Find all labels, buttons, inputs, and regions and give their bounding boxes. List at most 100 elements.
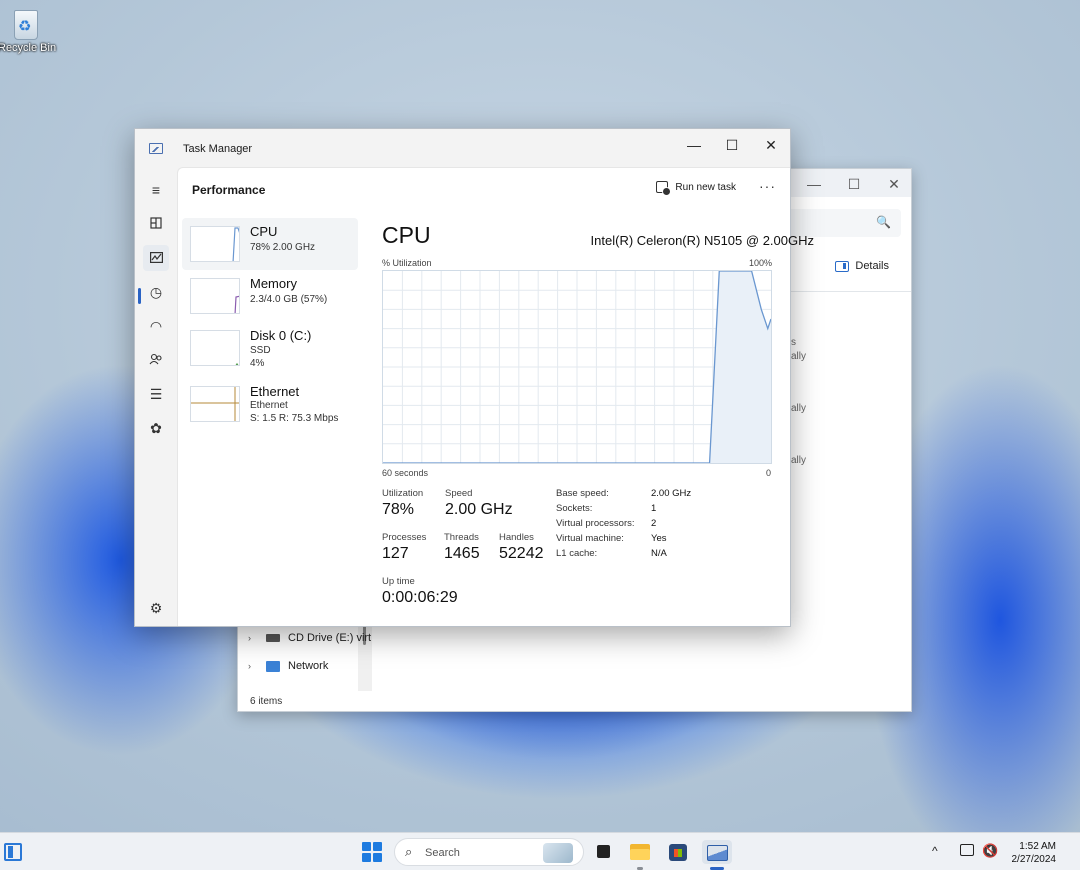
y-axis-label: % Utilization xyxy=(382,258,432,268)
volume-muted-icon[interactable]: 🔇 xyxy=(982,843,998,859)
resource-usage: 4% xyxy=(250,358,265,369)
cpu-graph-svg xyxy=(383,270,772,464)
file-explorer-icon[interactable] xyxy=(628,840,652,864)
startup-apps-icon[interactable]: ◠ xyxy=(143,313,169,339)
property-key: Sockets: xyxy=(556,503,593,514)
widgets-icon[interactable] xyxy=(4,843,22,861)
cpu-detail-panel: CPU Intel(R) Celeron(R) N5105 @ 2.00GHz … xyxy=(382,218,814,628)
cd-drive-icon xyxy=(266,634,280,642)
page-header: Performance Run new task ··· xyxy=(178,168,790,212)
recycle-bin-label: Recycle Bin xyxy=(0,42,57,54)
taskbar-search-box[interactable]: ⌕ Search xyxy=(394,838,584,866)
property-value: N/A xyxy=(651,548,667,559)
chevron-right-icon[interactable]: › xyxy=(248,661,258,671)
chevron-right-icon[interactable]: › xyxy=(248,633,258,643)
details-pane-button[interactable]: Details xyxy=(835,260,889,272)
property-key: L1 cache: xyxy=(556,548,598,559)
utilization-label: Utilization xyxy=(382,488,424,499)
details-list-icon[interactable]: ☰ xyxy=(143,381,169,407)
processes-label: Processes xyxy=(382,532,427,543)
recycle-bin-icon: ♻ xyxy=(8,4,44,42)
nav-item-label: CD Drive (E:) virt xyxy=(288,632,372,644)
resource-type: SSD xyxy=(250,345,271,356)
explorer-minimize-button[interactable]: — xyxy=(794,173,834,195)
resource-item-ethernet[interactable]: Ethernet Ethernet S: 1.5 R: 75.3 Mbps xyxy=(182,378,358,430)
uptime-value: 0:00:06:29 xyxy=(382,589,458,606)
uptime-label: Up time xyxy=(382,576,415,587)
property-key: Virtual machine: xyxy=(556,533,624,544)
network-status-icon[interactable] xyxy=(960,844,974,856)
resource-name: Disk 0 (C:) xyxy=(250,328,312,343)
maximize-button[interactable]: ☐ xyxy=(714,133,750,157)
search-icon: 🔍 xyxy=(876,215,891,229)
utilization-value: 78% xyxy=(382,501,415,518)
network-icon xyxy=(266,660,280,672)
nav-item-network[interactable]: › Network xyxy=(248,660,328,672)
resource-usage: 2.3/4.0 GB (57%) xyxy=(250,294,328,305)
run-new-task-button[interactable]: Run new task xyxy=(656,181,736,196)
search-highlight-image xyxy=(543,843,573,863)
more-options-button[interactable]: ··· xyxy=(759,178,776,194)
show-hidden-icons-chevron-icon[interactable]: ^ xyxy=(932,844,938,858)
nav-item-cd-drive[interactable]: › CD Drive (E:) virt xyxy=(248,632,371,644)
threads-label: Threads xyxy=(444,532,479,543)
explorer-maximize-button[interactable]: ☐ xyxy=(834,173,874,195)
threads-value: 1465 xyxy=(444,545,480,562)
settings-gear-icon[interactable]: ⚙ xyxy=(143,595,169,621)
task-manager-window[interactable]: Task Manager — ☐ ✕ ≡ ◷ ◠ ☰ ✿ ⚙ Performan… xyxy=(134,128,814,627)
app-history-icon[interactable]: ◷ xyxy=(143,279,169,305)
property-key: Virtual processors: xyxy=(556,518,635,529)
disk-mini-graph xyxy=(190,330,240,366)
nav-item-label: Network xyxy=(288,660,329,672)
property-value: 2.00 GHz xyxy=(651,488,692,499)
task-view-icon[interactable] xyxy=(594,840,618,864)
close-button[interactable]: ✕ xyxy=(753,133,789,157)
resource-throughput: S: 1.5 R: 75.3 Mbps xyxy=(250,413,339,424)
nav-pane-scrollbar[interactable] xyxy=(358,619,372,691)
x-axis-left-label: 60 seconds xyxy=(382,468,429,478)
y-axis-max-label: 100% xyxy=(748,258,772,268)
property-value: Yes xyxy=(651,533,667,544)
users-icon[interactable] xyxy=(143,347,169,373)
minimize-button[interactable]: — xyxy=(676,133,712,157)
cpu-model-name: Intel(R) Celeron(R) N5105 @ 2.00GHz xyxy=(590,233,814,248)
utilization-area-fill xyxy=(709,271,771,463)
page-title: Performance xyxy=(192,183,266,197)
window-title: Task Manager xyxy=(183,143,253,155)
run-new-task-label: Run new task xyxy=(675,181,736,193)
details-pane-icon xyxy=(835,260,850,272)
task-manager-taskbar-icon[interactable] xyxy=(702,840,732,864)
hamburger-menu-icon[interactable]: ≡ xyxy=(143,177,169,203)
cpu-utilization-graph xyxy=(382,270,772,464)
taskbar: ⌕ Search ^ 🔇 1:52 AM 2/27/2024 xyxy=(0,832,1080,870)
services-icon[interactable]: ✿ xyxy=(143,415,169,441)
memory-mini-graph xyxy=(190,278,240,314)
resource-item-memory[interactable]: Memory 2.3/4.0 GB (57%) xyxy=(182,270,358,322)
resource-usage: 78% 2.00 GHz xyxy=(250,242,316,253)
resource-name: Memory xyxy=(250,276,297,291)
resource-item-disk[interactable]: Disk 0 (C:) SSD 4% xyxy=(182,322,358,374)
task-manager-titlebar[interactable]: Task Manager — ☐ ✕ xyxy=(135,129,790,167)
speed-label: Speed xyxy=(445,488,473,499)
details-label: Details xyxy=(855,260,889,272)
resource-name: Ethernet xyxy=(250,384,300,399)
clock-time: 1:52 AM xyxy=(1019,841,1056,852)
performance-icon[interactable] xyxy=(143,245,169,271)
cpu-mini-graph xyxy=(190,226,240,262)
microsoft-store-icon[interactable] xyxy=(666,840,690,864)
explorer-close-button[interactable]: ✕ xyxy=(874,173,914,195)
resource-item-cpu[interactable]: CPU 78% 2.00 GHz xyxy=(182,218,358,270)
performance-page: Performance Run new task ··· CPU 78% 2.0… xyxy=(177,167,814,626)
x-axis-right-label: 0 xyxy=(766,468,772,478)
handles-label: Handles xyxy=(499,532,534,543)
system-clock[interactable]: 1:52 AM 2/27/2024 xyxy=(1012,840,1057,866)
processes-icon[interactable] xyxy=(143,211,169,237)
resource-adapter: Ethernet xyxy=(250,400,288,411)
recycle-bin-desktop-icon[interactable]: ♻ Recycle Bin xyxy=(0,4,57,54)
navigation-rail: ≡ ◷ ◠ ☰ ✿ ⚙ xyxy=(135,167,177,626)
property-key: Base speed: xyxy=(556,488,609,499)
search-icon: ⌕ xyxy=(405,844,413,859)
start-button-windows-icon[interactable] xyxy=(362,842,382,862)
property-value: 1 xyxy=(651,503,657,514)
task-manager-app-icon xyxy=(149,143,163,154)
